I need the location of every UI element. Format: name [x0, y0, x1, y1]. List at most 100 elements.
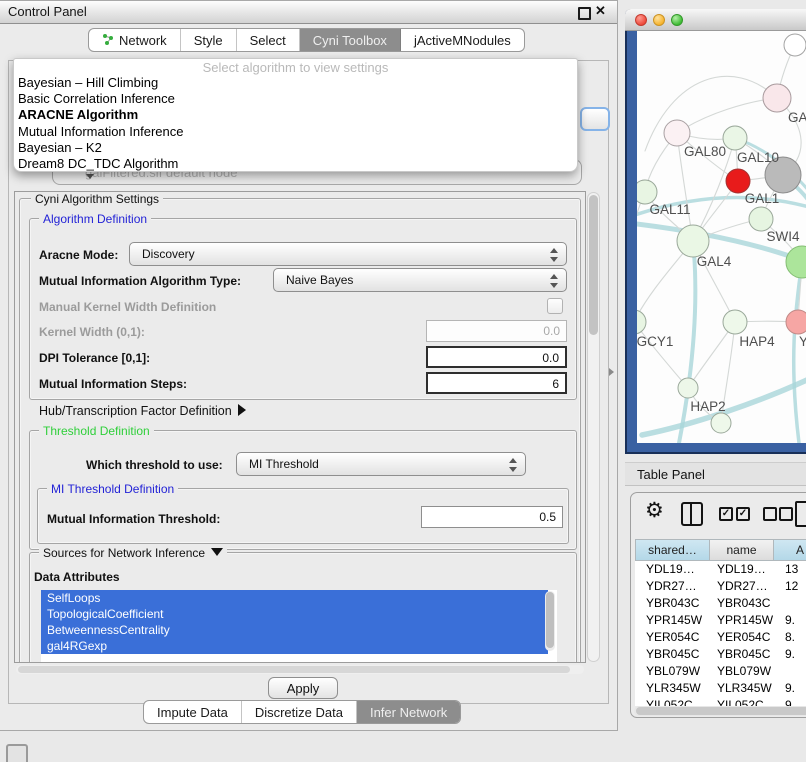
- network-node[interactable]: [763, 84, 791, 112]
- table-row[interactable]: YBR045CYBR045C9.: [635, 646, 806, 663]
- aracne-mode-value: Discovery: [142, 247, 195, 261]
- control-panel-titlebar[interactable]: Control Panel ✕: [0, 1, 617, 24]
- dpi-tolerance-field[interactable]: 0.0: [426, 346, 567, 368]
- close-traffic-light[interactable]: [635, 14, 647, 26]
- apply-button[interactable]: Apply: [268, 677, 338, 699]
- tab-infer-network[interactable]: Infer Network: [357, 701, 460, 723]
- tab-impute-data[interactable]: Impute Data: [144, 701, 242, 723]
- float-window-icon[interactable]: [578, 7, 591, 20]
- column-header-clipped[interactable]: A: [774, 539, 806, 561]
- panel-collapse-handle[interactable]: [609, 368, 614, 376]
- network-edge[interactable]: [794, 262, 802, 443]
- table-body: YDL19…YDL19…13YDR27…YDR27…12YBR043CYBR04…: [635, 561, 806, 706]
- manual-kernel-checkbox[interactable]: [547, 298, 563, 314]
- table-cell: YIL052C: [710, 697, 774, 706]
- tab-network[interactable]: Network: [89, 29, 181, 51]
- table-row[interactable]: YDR27…YDR27…12: [635, 578, 806, 595]
- data-attribute-item[interactable]: SelfLoops: [41, 590, 548, 606]
- algorithm-combo-fragment[interactable]: [580, 107, 610, 131]
- algorithm-dropdown: Select algorithm to view settings Bayesi…: [13, 58, 578, 172]
- algorithm-option[interactable]: Bayesian – K2: [14, 140, 577, 156]
- cyni-algorithm-settings-title: Cyni Algorithm Settings: [31, 192, 163, 206]
- table-row[interactable]: YDL19…YDL19…13: [635, 561, 806, 578]
- data-attribute-item[interactable]: TopologicalCoefficient: [41, 606, 548, 622]
- table-row[interactable]: YIL052CYIL052C9: [635, 697, 806, 706]
- which-threshold-value: MI Threshold: [249, 457, 319, 471]
- dpi-tolerance-label: DPI Tolerance [0,1]:: [39, 351, 150, 365]
- table-row[interactable]: YPR145WYPR145W9.: [635, 612, 806, 629]
- column-header-shared-name[interactable]: shared…: [635, 539, 710, 561]
- close-icon[interactable]: ✕: [595, 3, 606, 19]
- tab-jactivemnodules[interactable]: jActiveMNodules: [401, 29, 524, 51]
- algorithm-option[interactable]: Bayesian – Hill Climbing: [14, 75, 577, 91]
- node-label: GAL4: [697, 254, 732, 269]
- tab-cyni-toolbox[interactable]: Cyni Toolbox: [300, 29, 401, 51]
- network-node[interactable]: [677, 225, 709, 257]
- algorithm-option[interactable]: Mutual Information Inference: [14, 124, 577, 140]
- table-row[interactable]: YBR043CYBR043C: [635, 595, 806, 612]
- network-node[interactable]: [726, 169, 750, 193]
- aracne-mode-combo[interactable]: Discovery: [129, 242, 567, 266]
- table-horizontal-scrollbar[interactable]: [634, 706, 806, 716]
- tab-select-label: Select: [250, 33, 286, 48]
- algorithm-option[interactable]: Basic Correlation Inference: [14, 91, 577, 107]
- table-cell: 9: [774, 697, 806, 706]
- minimized-panel-icon[interactable]: [6, 744, 28, 762]
- network-window-titlebar[interactable]: [625, 9, 806, 31]
- unchecked-box-icon[interactable]: [779, 507, 793, 521]
- column-header-name[interactable]: name: [710, 539, 774, 561]
- network-edge[interactable]: [637, 322, 688, 388]
- algorithm-option[interactable]: ARACNE Algorithm: [14, 107, 577, 123]
- minimize-traffic-light[interactable]: [653, 14, 665, 26]
- mi-threshold-field[interactable]: 0.5: [421, 506, 563, 528]
- combo-stepper-icon: [508, 458, 517, 472]
- tab-style[interactable]: Style: [181, 29, 237, 51]
- network-node[interactable]: [784, 34, 806, 56]
- column-layout-icon[interactable]: [681, 502, 703, 526]
- network-edge[interactable]: [645, 76, 777, 151]
- table-panel-title: Table Panel: [637, 467, 705, 482]
- network-node[interactable]: [711, 413, 731, 433]
- table-cell: YBR043C: [635, 595, 710, 612]
- data-attribute-item[interactable]: BetweennessCentrality: [41, 622, 548, 638]
- page-icon[interactable]: [795, 501, 806, 527]
- which-threshold-combo[interactable]: MI Threshold: [236, 452, 526, 476]
- tab-discretize-data[interactable]: Discretize Data: [242, 701, 357, 723]
- settings-horizontal-scrollbar[interactable]: [16, 665, 584, 674]
- network-node[interactable]: [678, 378, 698, 398]
- mi-type-combo[interactable]: Naive Bayes: [273, 268, 567, 292]
- network-canvas[interactable]: GALGAL80GAL10GAL1GAL11SWI4GAL4GCY1HAP4YH…: [637, 31, 806, 443]
- tab-network-label: Network: [119, 33, 167, 48]
- table-row[interactable]: YBL079WYBL079W: [635, 663, 806, 680]
- table-row[interactable]: YER054CYER054C8.: [635, 629, 806, 646]
- network-node[interactable]: [786, 310, 806, 334]
- data-attribute-item[interactable]: gal4RGexp: [41, 638, 548, 654]
- table-panel-bar[interactable]: Table Panel: [625, 462, 806, 486]
- checked-box-icon[interactable]: ✓: [719, 507, 733, 521]
- gear-icon[interactable]: ⚙: [645, 499, 664, 523]
- attributes-scrollbar[interactable]: [545, 591, 555, 651]
- node-label: GAL80: [684, 144, 726, 159]
- unchecked-box-icon[interactable]: [763, 507, 777, 521]
- tab-select[interactable]: Select: [237, 29, 300, 51]
- network-node[interactable]: [637, 180, 657, 204]
- settings-vertical-scrollbar[interactable]: [587, 192, 600, 662]
- mi-steps-field[interactable]: 6: [426, 372, 567, 394]
- algorithm-option[interactable]: Dream8 DC_TDC Algorithm: [14, 156, 577, 172]
- network-node[interactable]: [786, 246, 806, 278]
- sources-title[interactable]: Sources for Network Inference: [39, 546, 227, 560]
- kernel-width-field[interactable]: 0.0: [426, 320, 567, 342]
- network-edge[interactable]: [677, 98, 777, 133]
- network-node[interactable]: [664, 120, 690, 146]
- zoom-traffic-light[interactable]: [671, 14, 683, 26]
- network-node[interactable]: [749, 207, 773, 231]
- network-node[interactable]: [637, 310, 646, 334]
- table-cell: YDL19…: [635, 561, 710, 578]
- table-row[interactable]: YLR345WYLR345W9.: [635, 680, 806, 697]
- checked-box-icon[interactable]: ✓: [736, 507, 750, 521]
- network-node[interactable]: [723, 126, 747, 150]
- hub-definition-expander[interactable]: Hub/Transcription Factor Definition: [39, 404, 246, 418]
- network-node[interactable]: [723, 310, 747, 334]
- aracne-mode-label: Aracne Mode:: [39, 248, 118, 262]
- table-cell: YDR27…: [710, 578, 774, 595]
